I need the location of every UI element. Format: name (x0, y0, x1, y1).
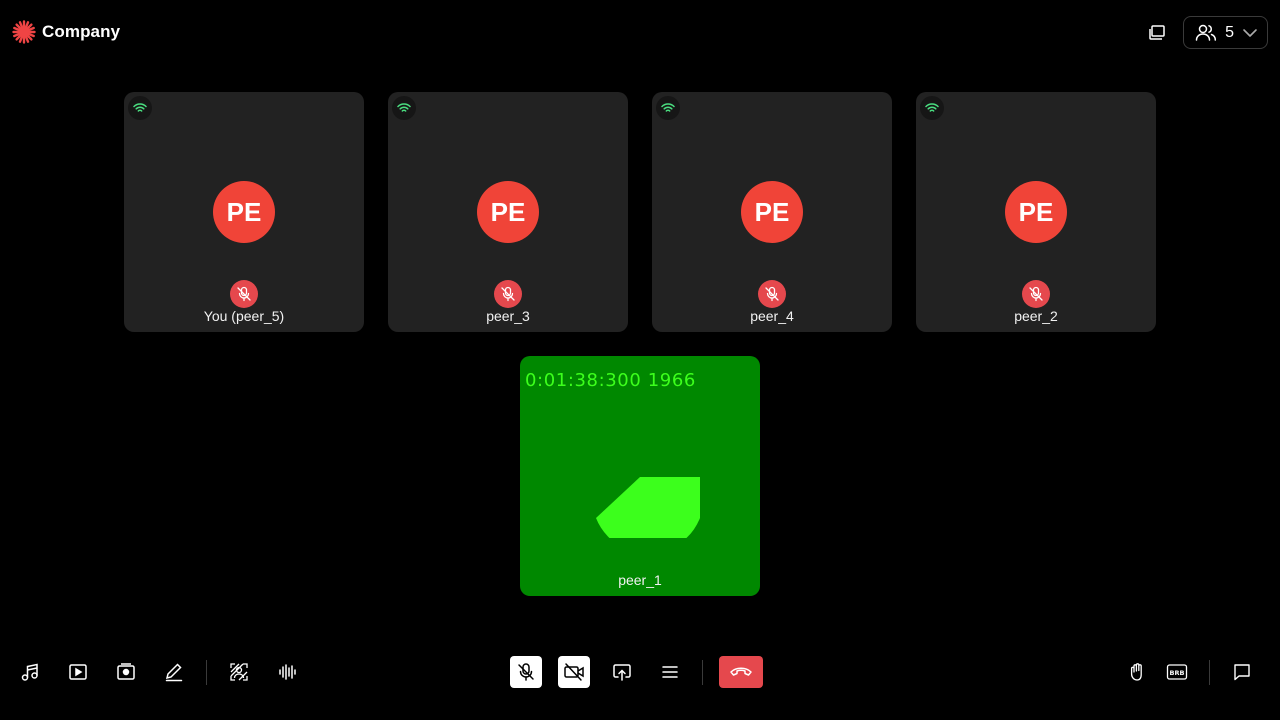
virtual-background-icon (229, 662, 249, 682)
mic-toggle-button[interactable] (510, 656, 542, 688)
company-star-logo (12, 20, 36, 44)
brb-icon: BRB (1166, 663, 1188, 681)
connection-quality-icon (128, 96, 152, 120)
virtual-background-button[interactable] (223, 656, 255, 688)
peer-tile[interactable]: PE peer_3 (388, 92, 628, 332)
mic-off-icon (516, 662, 536, 682)
bottom-toolbar: BRB (0, 648, 1280, 696)
video-library-icon (116, 662, 136, 682)
brand-name: Company (42, 22, 121, 41)
avatar: PE (1005, 181, 1067, 243)
pencil-icon (164, 662, 184, 682)
screen-share-icon (612, 662, 632, 682)
peer-name: peer_3 (486, 308, 530, 324)
participants-button[interactable]: 5 (1183, 16, 1268, 49)
play-video-icon (68, 662, 88, 682)
peer-tile[interactable]: PE You (peer_5) (124, 92, 364, 332)
connection-quality-icon (656, 96, 680, 120)
music-icon (20, 662, 40, 682)
participants-count: 5 (1225, 23, 1234, 41)
menu-icon (660, 662, 680, 682)
raise-hand-button[interactable] (1121, 656, 1153, 688)
mic-muted-icon (230, 280, 258, 308)
more-options-button[interactable] (654, 656, 686, 688)
toolbar-divider (206, 660, 207, 685)
brand: Company (12, 20, 120, 44)
video-test-shape (596, 476, 700, 538)
peer-name: peer_2 (1014, 308, 1058, 324)
mic-muted-icon (1022, 280, 1050, 308)
screen-share-button[interactable] (606, 656, 638, 688)
chevron-down-icon (1242, 25, 1258, 41)
noise-suppression-button[interactable] (271, 656, 303, 688)
picture-in-picture-button[interactable] (1141, 17, 1173, 49)
peer-name: peer_1 (618, 572, 662, 588)
music-button[interactable] (14, 656, 46, 688)
video-timecode: 0:01:38:300 1966 (525, 370, 696, 391)
whiteboard-button[interactable] (158, 656, 190, 688)
video-tile[interactable]: 0:01:38:300 1966 peer_1 (520, 356, 760, 596)
toolbar-divider (702, 660, 703, 685)
camera-toggle-button[interactable] (558, 656, 590, 688)
mic-muted-icon (758, 280, 786, 308)
peer-tile[interactable]: PE peer_2 (916, 92, 1156, 332)
mic-muted-icon (494, 280, 522, 308)
play-video-button[interactable] (62, 656, 94, 688)
camera-off-icon (563, 662, 585, 682)
picture-in-picture-icon (1147, 23, 1167, 43)
connection-quality-icon (920, 96, 944, 120)
avatar: PE (213, 181, 275, 243)
brb-label: BRB (1170, 669, 1185, 677)
top-bar: Company 5 (0, 0, 1280, 64)
avatar: PE (741, 181, 803, 243)
peer-name: peer_4 (750, 308, 794, 324)
peer-name: You (peer_5) (203, 308, 285, 324)
people-icon (1195, 23, 1217, 43)
peer-tile[interactable]: PE peer_4 (652, 92, 892, 332)
end-call-button[interactable] (719, 656, 763, 688)
chat-icon (1232, 662, 1252, 682)
chat-button[interactable] (1226, 656, 1258, 688)
connection-quality-icon (392, 96, 416, 120)
avatar: PE (477, 181, 539, 243)
top-right-controls: 5 (1141, 16, 1268, 49)
video-library-button[interactable] (110, 656, 142, 688)
toolbar-divider (1209, 660, 1210, 685)
brb-button[interactable]: BRB (1161, 656, 1193, 688)
raise-hand-icon (1127, 662, 1147, 682)
audio-waveform-icon (277, 662, 297, 682)
end-call-icon (729, 665, 753, 679)
